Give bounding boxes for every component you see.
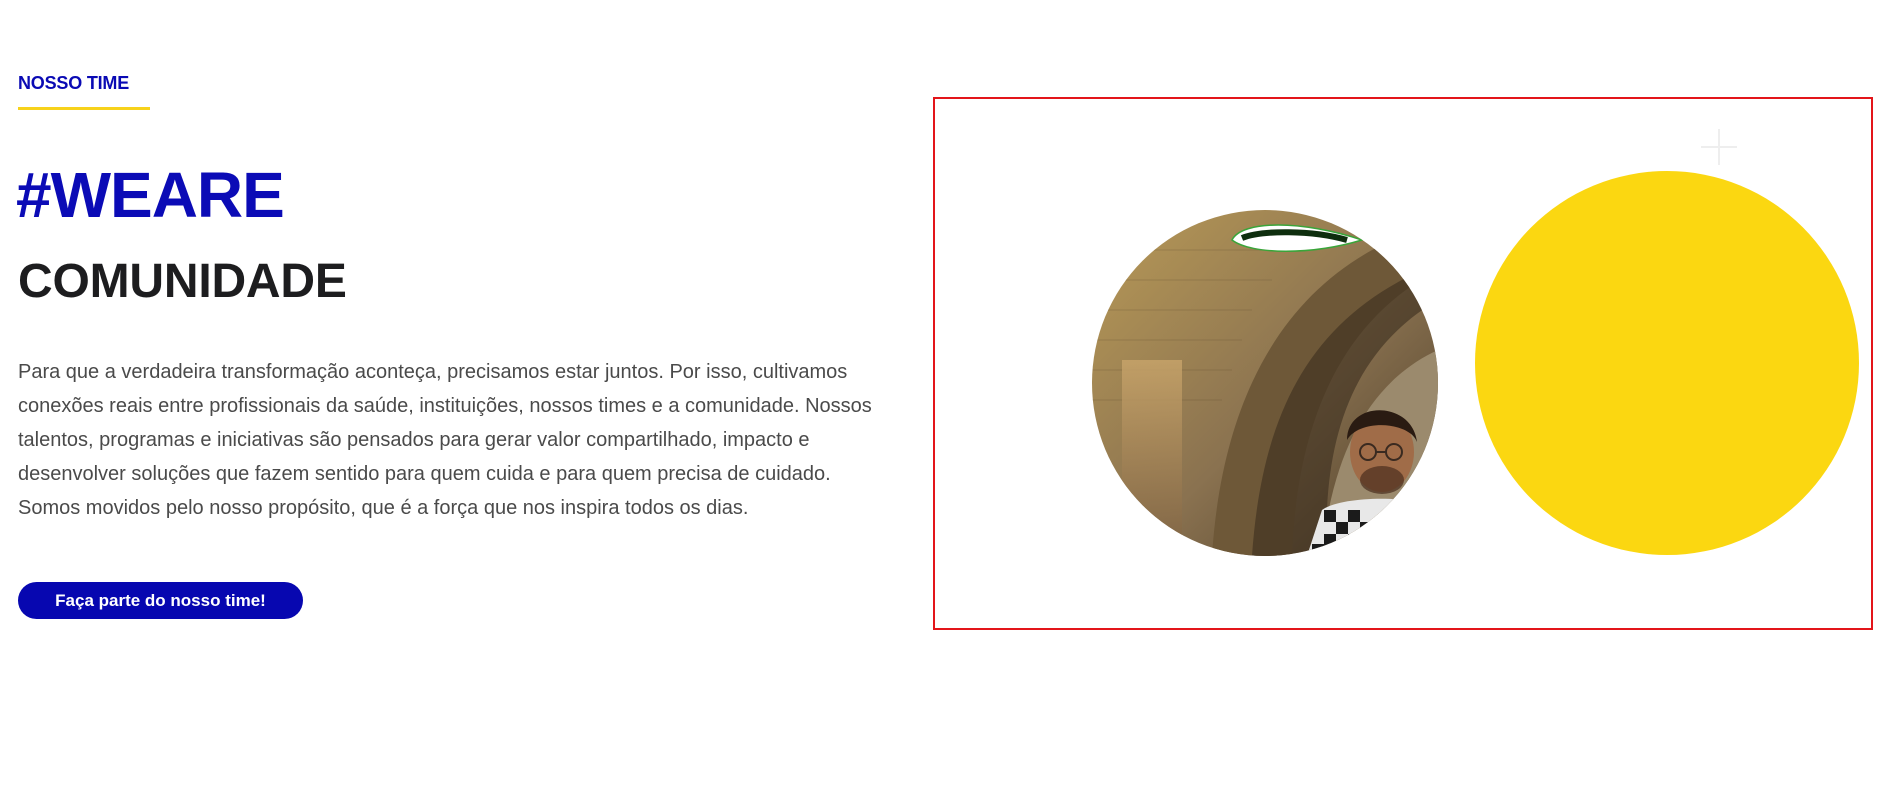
join-team-button[interactable]: Faça parte do nosso time!	[18, 582, 303, 619]
yellow-circle	[1475, 171, 1859, 555]
section-description: Para que a verdadeira transformação acon…	[18, 361, 872, 519]
plus-icon	[1701, 129, 1737, 165]
team-photo	[1092, 210, 1438, 556]
section-subtitle: COMUNIDADE	[18, 255, 347, 308]
hashtag-heading: #WEARE	[16, 159, 285, 231]
eyebrow-label: NOSSO TIME	[18, 73, 130, 93]
team-photo-illustration	[1092, 210, 1438, 556]
eyebrow-underline	[18, 107, 150, 110]
